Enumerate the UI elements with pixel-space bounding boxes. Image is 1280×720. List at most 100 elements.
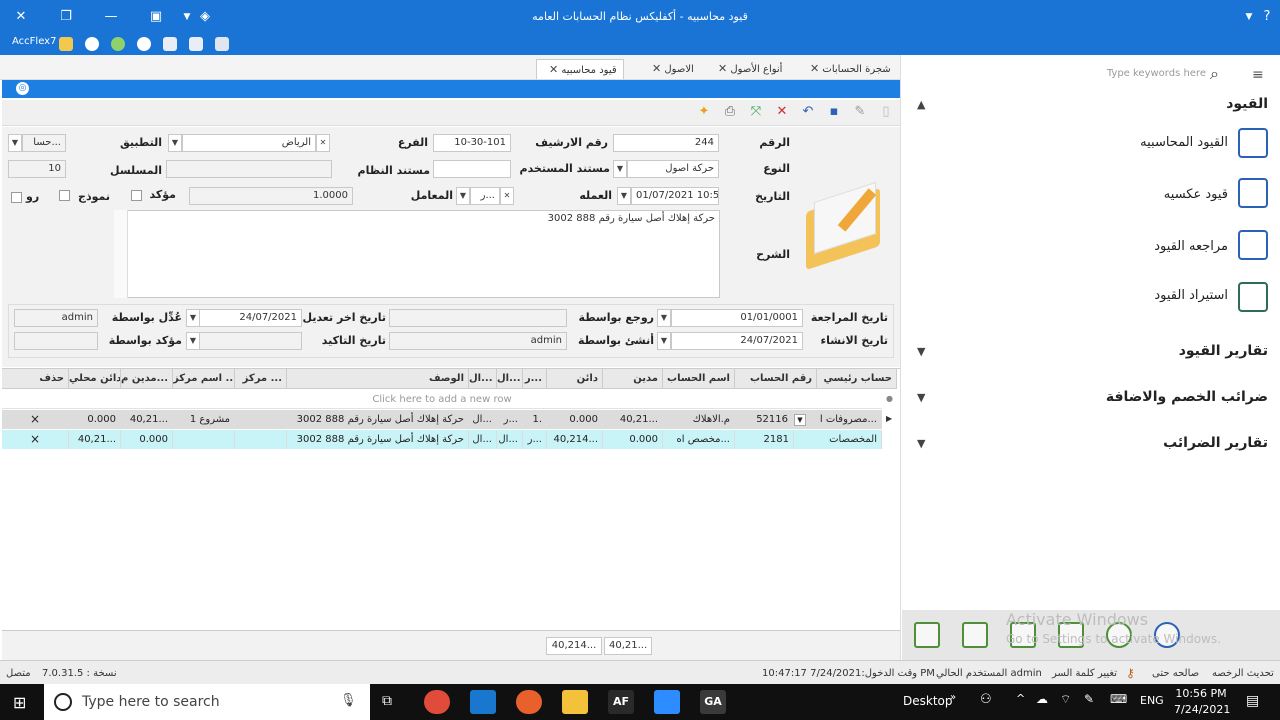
tab-assets[interactable]: ✕ الاصول [640, 59, 700, 79]
created-date-field[interactable]: 24/07/2021 [671, 332, 803, 350]
report-icon[interactable] [163, 37, 177, 51]
expand-icon[interactable]: ⤧ [748, 104, 764, 120]
table-row[interactable]: المخصصات 2181 مخصص اه... 0.000 40,214...… [2, 430, 882, 449]
windows-start-icon[interactable]: ⊞ [13, 693, 26, 712]
column-header-local-credit[interactable]: دائن محلي [69, 369, 121, 389]
section-entries[interactable]: القيود [1226, 96, 1268, 112]
application-field[interactable]: الرياض [182, 134, 316, 152]
language-indicator[interactable]: ENG [1140, 694, 1164, 707]
close-icon[interactable]: ✕ [652, 62, 661, 75]
chevron-down-icon[interactable]: ▼ [657, 309, 671, 327]
column-header-debit[interactable]: مدين [603, 369, 663, 389]
review-date-field[interactable]: 01/01/0001 [671, 309, 803, 327]
notifications-icon[interactable]: ▤ [1246, 693, 1259, 709]
add-new-row[interactable]: Click here to add a new row [2, 390, 882, 409]
layout-icon[interactable]: ▣ [145, 8, 167, 26]
keyboard-icon[interactable]: ⌨ [1110, 692, 1127, 706]
number-field[interactable]: 244 [613, 134, 719, 152]
change-password-link[interactable]: تغيير كلمة السر [1052, 668, 1117, 679]
tab-journal-entries[interactable]: ✕ قيود محاسبيه [536, 59, 624, 79]
chevron-down-icon[interactable]: ▼ [657, 332, 671, 350]
new-document-icon[interactable]: ▯ [878, 104, 894, 120]
firefox-icon[interactable] [516, 690, 542, 714]
ga-app-icon[interactable]: GA [700, 690, 726, 714]
money-icon[interactable] [914, 622, 940, 648]
clock-date[interactable]: 7/24/2021 [1174, 703, 1230, 716]
desktop-toolbar[interactable]: Desktop [903, 694, 953, 708]
currency-field[interactable]: ر... [470, 187, 500, 205]
import-entries-icon[interactable] [1238, 282, 1268, 312]
section-entry-reports[interactable]: تقارير القيود [1179, 343, 1268, 359]
confirmed-checkbox[interactable] [131, 190, 142, 201]
journal-entries-icon[interactable] [1238, 128, 1268, 158]
network-icon[interactable]: ☁ [1036, 692, 1048, 706]
column-header-delete[interactable]: حذف [2, 369, 69, 389]
description-scrollbar[interactable] [114, 210, 128, 298]
help-icon[interactable]: ? [1256, 8, 1278, 26]
template-checkbox[interactable] [59, 190, 70, 201]
delete-icon[interactable]: ✕ [774, 104, 790, 120]
info-icon[interactable] [137, 37, 151, 51]
close-icon[interactable]: ✕ [718, 62, 727, 75]
chevron-down-icon[interactable]: ▼ [168, 134, 182, 152]
desktop-expand-icon[interactable]: » [950, 692, 956, 703]
delete-row-icon[interactable]: × [2, 410, 69, 429]
clear-icon[interactable]: ✕ [316, 134, 330, 152]
sidebar-item-import-entries[interactable]: استيراد القيود [1154, 288, 1228, 303]
description-textarea[interactable]: حركة إهلاك أصل سيارة رقم 888 3002 [114, 210, 720, 298]
chevron-down-icon[interactable]: ▼ [617, 187, 631, 205]
pen-icon[interactable]: ✎ [1084, 692, 1094, 706]
chevron-up-icon[interactable]: ▲ [917, 98, 925, 111]
taskbar-search-box[interactable]: Type here to search 🎙 [44, 684, 370, 720]
reverse-entries-icon[interactable] [1238, 178, 1268, 208]
tab-asset-types[interactable]: ✕ أنواع الأصول [706, 59, 788, 79]
restore-icon[interactable]: ❐ [55, 8, 77, 26]
people-icon[interactable]: ⚇ [980, 692, 992, 707]
chevron-down-icon[interactable]: ▼ [456, 187, 470, 205]
column-header-credit[interactable]: دائن [547, 369, 603, 389]
chevron-down-icon[interactable]: ▼ [186, 309, 200, 327]
column-header-col7[interactable]: ال... [469, 369, 497, 389]
clear-icon[interactable]: ✕ [500, 187, 514, 205]
save-icon[interactable]: ▪ [826, 104, 842, 120]
close-icon[interactable]: ✕ [10, 8, 32, 26]
column-header-rate[interactable]: ر... [523, 369, 547, 389]
taskbar-search-input[interactable]: Type here to search [82, 694, 220, 710]
type-field[interactable]: حركة اصول [627, 160, 719, 178]
chevron-down-icon[interactable]: ▼ [917, 437, 925, 450]
last-modified-field[interactable]: 24/07/2021 [198, 309, 302, 327]
sidebar-item-review-entries[interactable]: مراجعه القيود [1154, 239, 1228, 254]
sidebar-item-reverse-entries[interactable]: قيود عكسيه [1164, 187, 1228, 202]
calculator-icon[interactable] [215, 37, 229, 51]
globe-icon[interactable]: ◎ [16, 82, 29, 95]
file-explorer-icon[interactable] [562, 690, 588, 714]
store-icon[interactable] [470, 690, 496, 714]
column-header-cost-center[interactable]: مركز ... [235, 369, 287, 389]
delete-row-icon[interactable]: × [2, 430, 69, 449]
edit-icon[interactable]: ✎ [852, 104, 868, 120]
date-field[interactable]: 01/07/2021 10:55 [631, 187, 719, 205]
refresh-icon[interactable] [111, 37, 125, 51]
chevron-down-icon[interactable]: ▼ [613, 160, 627, 178]
wifi-icon[interactable]: ⌔ [1060, 692, 1071, 707]
table-row[interactable]: مصروفات ا... ▼ 52116 م.الاهلاك 40,21... … [2, 410, 882, 429]
section-withholding-taxes[interactable]: ضرائب الخصم والاضافة [1106, 389, 1268, 405]
column-header-main-account[interactable]: حساب رئيسي [817, 369, 897, 389]
sidebar-item-journal-entries[interactable]: القيود المحاسبيه [1140, 135, 1228, 150]
close-icon[interactable]: ✕ [549, 63, 558, 76]
close-icon[interactable]: ✕ [810, 62, 819, 75]
section-tax-reports[interactable]: تقارير الضرائب [1163, 435, 1268, 451]
quick-access-dropdown-icon[interactable]: ▼ [180, 8, 194, 26]
license-update-link[interactable]: تحديث الرخصه [1212, 668, 1274, 679]
column-header-account-number[interactable]: رقم الحساب [735, 369, 817, 389]
clipboard-icon[interactable] [962, 622, 988, 648]
folder-icon[interactable] [59, 37, 73, 51]
export-icon[interactable] [189, 37, 203, 51]
wizard-icon[interactable]: ✦ [696, 104, 712, 120]
search-icon[interactable]: ⌕ [1210, 64, 1219, 84]
microphone-icon[interactable]: 🎙 [340, 693, 357, 708]
column-header-account-name[interactable]: اسم الحساب [663, 369, 735, 389]
chevron-down-icon[interactable]: ▼ [794, 414, 806, 426]
chevron-down-icon[interactable]: ▼ [8, 134, 22, 152]
column-header-description[interactable]: الوصف [287, 369, 469, 389]
